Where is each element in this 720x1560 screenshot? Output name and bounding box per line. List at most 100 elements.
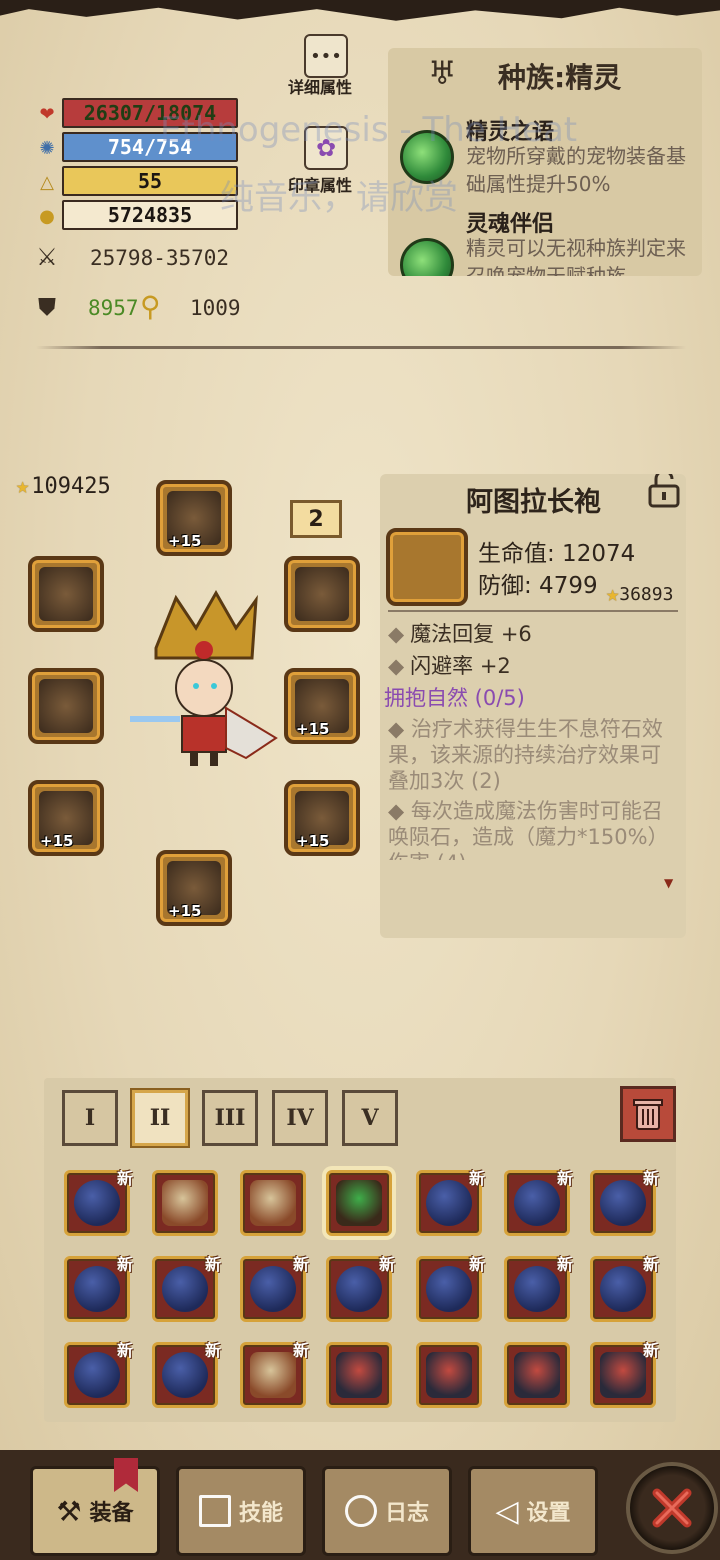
set-title: 拥抱自然 (0/5) [384, 686, 525, 710]
axe-icon: ⚒ [56, 1494, 82, 1528]
set-effect-1: ◆ 治疗术获得生生不息符石效果，该来源的持续治疗效果可叠加3次 (2) [388, 717, 663, 793]
equip-slot-weapon[interactable] [28, 668, 104, 744]
inventory-item[interactable]: 新 [590, 1255, 659, 1322]
trash-icon [633, 1099, 663, 1130]
item-bonus-1: ◆ 魔法回复 +6 [388, 622, 532, 646]
tab-3[interactable]: III [202, 1090, 258, 1146]
level-bar: 55 [62, 166, 238, 196]
nav-log[interactable]: 日志 [322, 1466, 452, 1556]
equip-slot-armor[interactable]: +15 [284, 668, 360, 744]
set-effect-text: 治疗术获得生生不息符石效果，该来源的持续治疗效果可叠加3次 (2) [388, 717, 663, 793]
equip-slot-pants[interactable]: +15 [284, 780, 360, 856]
total-score-value: 109425 [31, 474, 111, 499]
inventory-item[interactable] [504, 1342, 570, 1408]
hp-row: ❤ [34, 101, 60, 127]
set-effect-2: ◆ 每次造成魔法伤害时可能召唤陨石，造成（魔力*150%）伤害 (4) [388, 798, 678, 860]
new-badge: 新 [642, 1255, 659, 1274]
race-title: 种族:精灵 [498, 61, 622, 94]
new-badge: 新 [116, 1341, 133, 1360]
total-score: ★ 109425 [16, 474, 111, 499]
star-icon: ★ [16, 474, 30, 499]
inventory-item[interactable]: 新 [64, 1255, 133, 1322]
item-score-value: 36893 [619, 584, 674, 605]
attack-value: 25798-35702 [90, 246, 230, 270]
new-badge: 新 [468, 1255, 485, 1274]
tab-2[interactable]: II [132, 1090, 188, 1146]
tab-1[interactable]: I [62, 1090, 118, 1146]
shield-icon: ⛊ [38, 293, 56, 321]
inventory-item[interactable]: 新 [590, 1169, 659, 1236]
inventory-item[interactable]: 新 [326, 1255, 395, 1322]
item-score: ★ 36893 [606, 582, 673, 607]
crossed-swords-icon: ⚔ [36, 243, 58, 271]
equip-slot-gloves[interactable]: +15 [28, 780, 104, 856]
inventory-item[interactable]: 新 [240, 1341, 309, 1408]
item-bonus-2: ◆ 闪避率 +2 [388, 654, 511, 678]
nav-log-label: 日志 [384, 1501, 429, 1526]
hero-character[interactable] [126, 588, 282, 768]
item-divider [388, 610, 678, 612]
new-badge: 新 [116, 1169, 133, 1188]
mana-icon: ✺ [39, 137, 55, 159]
inventory-item[interactable]: 新 [416, 1255, 485, 1322]
details-label[interactable]: 详细属性 [288, 74, 352, 98]
inventory-item-selected[interactable] [326, 1170, 392, 1236]
skill-icon-2[interactable] [400, 238, 454, 276]
inventory-item[interactable] [240, 1170, 306, 1236]
music-overlay-title: Ethnogenesis - The Heat [160, 110, 578, 150]
enhance-level: +15 [168, 902, 202, 920]
inventory-item[interactable] [326, 1342, 392, 1408]
equip-slot-helmet[interactable]: +15 [156, 480, 232, 556]
square-icon [198, 1495, 231, 1527]
lock-icon[interactable] [644, 474, 684, 508]
nav-equip-label: 装备 [89, 1501, 134, 1526]
race-skill-desc-1: 宠物所穿戴的宠物装备基础属性提升50% [466, 144, 686, 196]
inventory-item[interactable]: 新 [152, 1255, 221, 1322]
close-icon [652, 1488, 692, 1528]
new-badge: 新 [204, 1255, 221, 1274]
details-button[interactable]: ••• [304, 34, 348, 78]
circle-icon [344, 1495, 377, 1527]
inventory-item[interactable] [416, 1342, 482, 1408]
inventory-item[interactable]: 新 [504, 1255, 573, 1322]
item-stat-defense: 防御: 4799 [478, 573, 598, 599]
tab-4[interactable]: IV [272, 1090, 328, 1146]
race-skill-desc-2: 精灵可以无视种族判定来召唤宠物天赋种族 [466, 236, 686, 276]
mp-row: ✺ [34, 135, 60, 161]
nav-equip[interactable]: ⚒ 装备 [30, 1466, 160, 1556]
close-button[interactable] [626, 1462, 718, 1554]
nav-settings-label: 设置 [526, 1501, 571, 1526]
inventory-item[interactable]: 新 [504, 1169, 573, 1236]
inventory-item[interactable]: 新 [240, 1255, 309, 1322]
race-panel[interactable]: ♅ 种族:精灵 精灵之语 宠物所穿戴的宠物装备基础属性提升50% 灵魂伴侣 精灵… [388, 48, 702, 276]
nav-skills[interactable]: 技能 [176, 1466, 306, 1556]
new-badge: 新 [292, 1341, 309, 1360]
inventory-item[interactable]: 新 [590, 1341, 659, 1408]
music-overlay-subtitle: 纯音乐，请欣赏 [220, 178, 458, 218]
item-icon [386, 528, 468, 606]
tab-5[interactable]: V [342, 1090, 398, 1146]
item-bonus-text: 魔法回复 +6 [410, 622, 532, 646]
trash-button[interactable] [620, 1086, 676, 1142]
inventory-item[interactable]: 新 [64, 1169, 133, 1236]
equip-slot-boots[interactable]: +15 [156, 850, 232, 926]
enhance-level: +15 [296, 720, 330, 738]
nav-settings[interactable]: ◁ 设置 [468, 1466, 598, 1556]
inventory-item[interactable]: 新 [64, 1341, 133, 1408]
item-detail-panel[interactable]: 阿图拉长袍 生命值: 12074 防御: 4799 ★ 36893 ◆ 魔法回复 … [380, 474, 686, 938]
section-divider [36, 346, 686, 349]
inventory-item[interactable]: 新 [152, 1341, 221, 1408]
gold-row: ● [34, 203, 60, 229]
new-badge: 新 [468, 1169, 485, 1188]
staff-icon: ⚲ [140, 290, 161, 323]
equip-slot-amulet[interactable] [284, 556, 360, 632]
scroll-down-icon[interactable]: ▼ [664, 876, 673, 890]
new-badge: 新 [378, 1255, 395, 1274]
defense-value: 8957 [88, 296, 139, 320]
new-badge: 新 [556, 1169, 573, 1188]
slot-count-badge: 2 [290, 500, 342, 538]
inventory-item[interactable]: 新 [416, 1169, 485, 1236]
power-value: 1009 [190, 296, 241, 320]
inventory-item[interactable] [152, 1170, 218, 1236]
equip-slot-ring[interactable] [28, 556, 104, 632]
